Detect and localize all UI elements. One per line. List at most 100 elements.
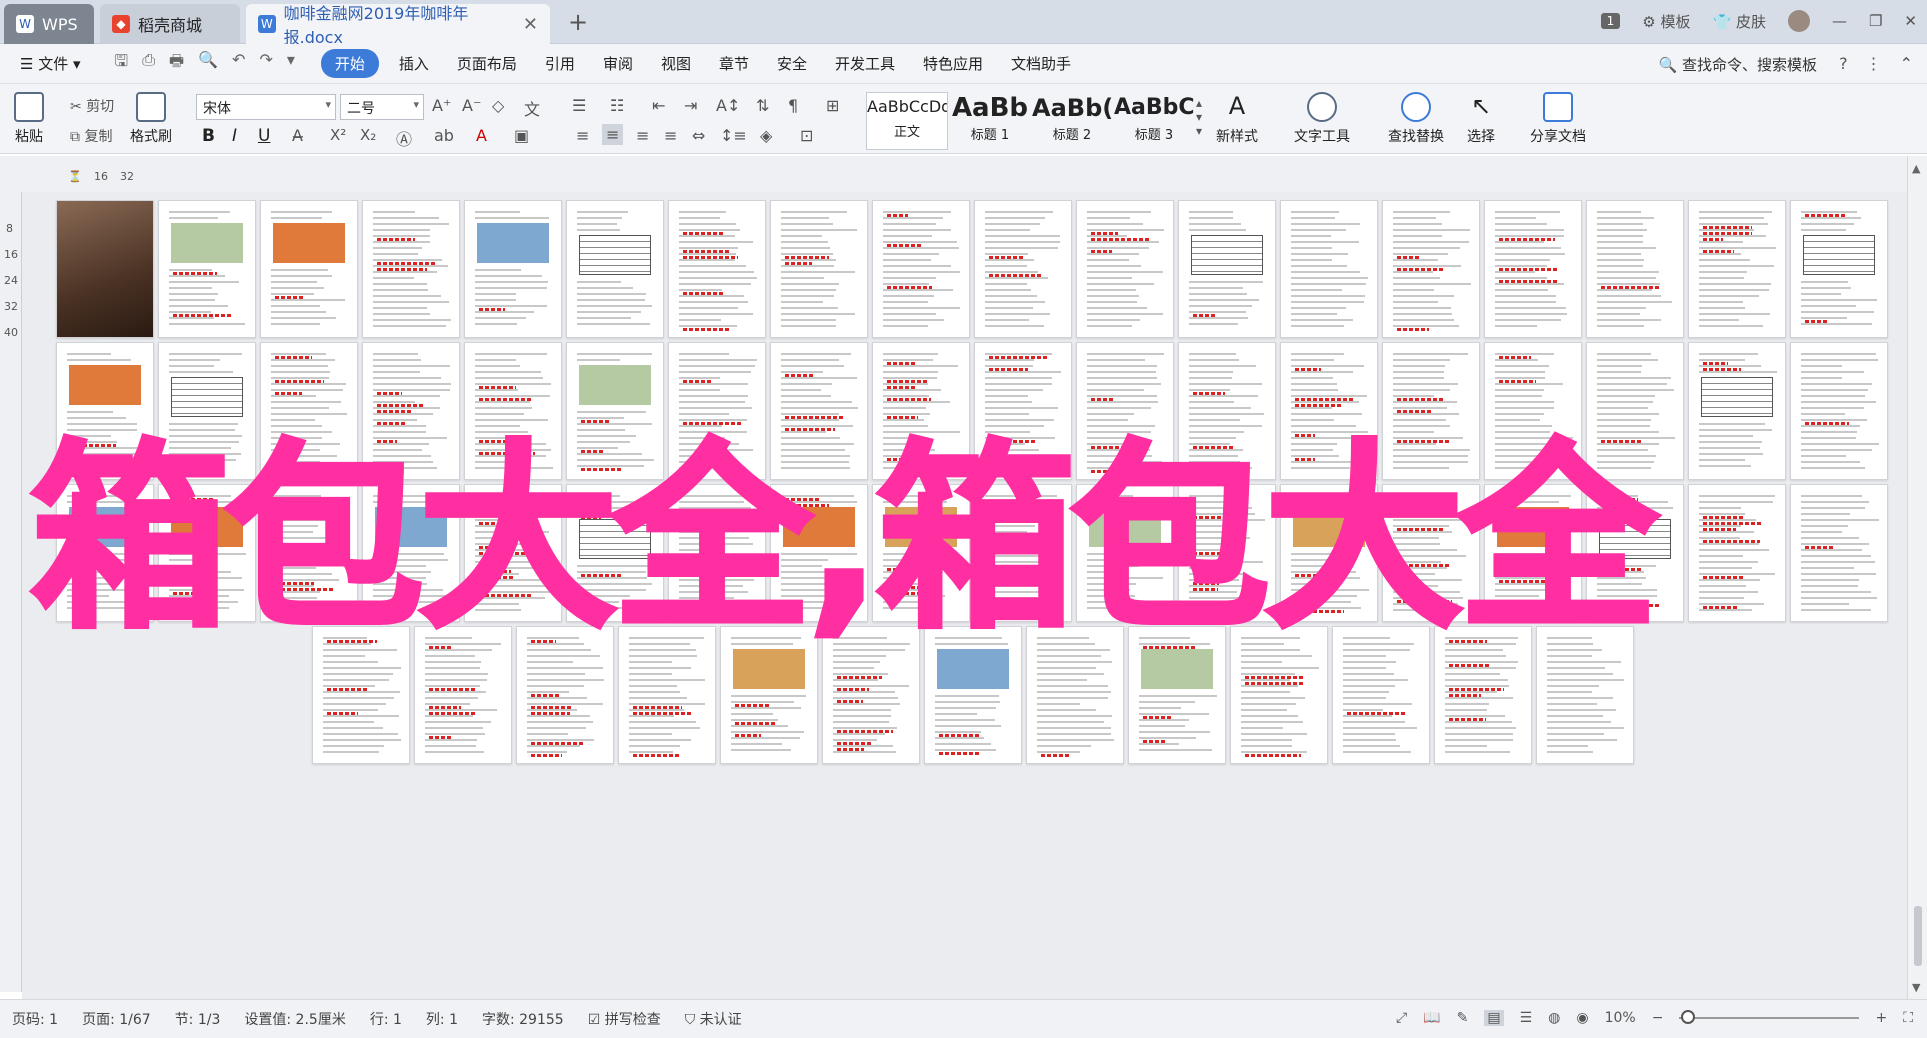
text-direction-icon[interactable]: A↕ xyxy=(716,96,740,115)
status-section[interactable]: 节: 1/3 xyxy=(175,1009,221,1029)
redo-icon[interactable]: ↷ xyxy=(259,50,272,77)
zoom-out-icon[interactable]: − xyxy=(1652,1010,1664,1026)
font-shrink-icon[interactable]: A⁻ xyxy=(462,96,481,115)
bold-button[interactable]: B xyxy=(202,126,215,146)
style-heading-2[interactable]: AaBb( 标题 2 xyxy=(1032,92,1112,150)
italic-button[interactable]: I xyxy=(232,126,237,146)
print-preview-icon[interactable]: ⎙ xyxy=(142,50,155,77)
new-style-button[interactable]: A 新样式 xyxy=(1216,92,1258,146)
save-icon[interactable]: 🖫 xyxy=(115,50,129,77)
collapse-ribbon-icon[interactable]: ⌃ xyxy=(1900,54,1913,73)
status-row[interactable]: 行: 1 xyxy=(370,1009,402,1029)
menu-reference[interactable]: 引用 xyxy=(545,53,575,74)
style-normal[interactable]: AaBbCcDd 正文 xyxy=(866,92,948,150)
borders-icon[interactable]: ⊡ xyxy=(800,126,813,145)
clear-format-icon[interactable]: ◇ xyxy=(492,96,504,115)
menu-view[interactable]: 视图 xyxy=(661,53,691,74)
align-center-icon[interactable]: ≡ xyxy=(602,124,624,145)
tab-wps[interactable]: W WPS xyxy=(4,4,94,44)
page-thumbnail[interactable] xyxy=(668,200,766,338)
web-view-icon[interactable]: ◍ xyxy=(1548,1010,1560,1026)
avatar[interactable] xyxy=(1787,10,1810,32)
minimize-icon[interactable]: — xyxy=(1832,12,1847,30)
tab-store[interactable]: ◆ 稻壳商城 xyxy=(100,4,240,44)
scroll-up-icon[interactable]: ▲ xyxy=(1912,162,1920,175)
undo-icon[interactable]: ↶ xyxy=(232,50,245,77)
page-thumbnail[interactable] xyxy=(260,200,358,338)
page-thumbnail[interactable] xyxy=(872,200,970,338)
align-right-icon[interactable]: ≡ xyxy=(636,126,649,145)
write-mode-icon[interactable]: ✎ xyxy=(1457,1010,1469,1026)
close-tab-icon[interactable]: ✕ xyxy=(523,14,538,35)
cut-button[interactable]: ✂ 剪切 xyxy=(70,96,114,116)
select-button[interactable]: ↖ 选择 xyxy=(1466,92,1496,146)
menu-review[interactable]: 审阅 xyxy=(603,53,633,74)
status-word-count[interactable]: 字数: 29155 xyxy=(482,1009,564,1029)
table-icon[interactable]: ⊞ xyxy=(826,96,839,115)
vertical-scrollbar[interactable]: ▲ ▼ xyxy=(1907,156,1927,999)
status-column[interactable]: 列: 1 xyxy=(426,1009,458,1029)
add-tab-button[interactable]: + xyxy=(568,8,588,36)
command-search[interactable]: 🔍 查找命令、搜索模板 xyxy=(1659,54,1817,75)
share-document-button[interactable]: 分享文档 xyxy=(1530,92,1586,146)
reading-mode-icon[interactable]: 📖 xyxy=(1423,1010,1440,1026)
copy-button[interactable]: ⧉ 复制 xyxy=(70,126,112,146)
font-color-icon[interactable]: A xyxy=(476,126,487,145)
page-thumbnail[interactable] xyxy=(1586,200,1684,338)
distribute-icon[interactable]: ⇔ xyxy=(692,126,705,145)
close-window-icon[interactable]: ✕ xyxy=(1904,12,1917,30)
decrease-indent-icon[interactable]: ⇤ xyxy=(652,96,665,115)
page-thumbnail[interactable] xyxy=(464,200,562,338)
align-left-icon[interactable]: ≡ xyxy=(576,126,589,145)
char-shading-icon[interactable]: ▣ xyxy=(514,126,529,145)
menu-security[interactable]: 安全 xyxy=(777,53,807,74)
page-thumbnail[interactable] xyxy=(1790,200,1888,338)
shading-icon[interactable]: ◈ xyxy=(760,126,772,145)
window-count-badge[interactable]: 1 xyxy=(1600,13,1621,29)
eye-protect-icon[interactable]: ◉ xyxy=(1576,1010,1588,1026)
preview-icon[interactable]: 🔍 xyxy=(198,50,218,77)
page-thumbnail[interactable] xyxy=(56,200,154,338)
outline-view-icon[interactable]: ☰ xyxy=(1520,1010,1533,1026)
justify-icon[interactable]: ≡ xyxy=(664,126,677,145)
status-pages[interactable]: 页面: 1/67 xyxy=(82,1009,151,1029)
font-name-select[interactable]: 宋体 xyxy=(196,94,336,120)
page-thumbnail[interactable] xyxy=(362,200,460,338)
print-icon[interactable]: 🖶 xyxy=(169,50,184,77)
find-replace-button[interactable]: 查找替换 xyxy=(1388,92,1444,146)
font-grow-icon[interactable]: A⁺ xyxy=(432,96,451,115)
menu-page-layout[interactable]: 页面布局 xyxy=(457,53,517,74)
status-setting[interactable]: 设置值: 2.5厘米 xyxy=(244,1009,345,1029)
menu-start[interactable]: 开始 xyxy=(320,49,379,78)
template-button[interactable]: ⚙ 模板 xyxy=(1642,11,1690,32)
page-thumbnail[interactable] xyxy=(1076,200,1174,338)
menu-file[interactable]: ☰ 文件 ▾ xyxy=(20,53,81,74)
numbered-list-icon[interactable]: ☷ xyxy=(610,96,624,115)
style-heading-3[interactable]: AaBbC 标题 3 xyxy=(1114,92,1194,150)
highlight-icon[interactable]: ab xyxy=(434,126,454,145)
text-effect-icon[interactable]: Ⓐ xyxy=(396,126,412,150)
skin-button[interactable]: 👕 皮肤 xyxy=(1713,11,1766,32)
page-thumbnail[interactable] xyxy=(566,200,664,338)
horizontal-ruler[interactable]: ⏳ 16 32 xyxy=(0,156,1927,192)
show-marks-icon[interactable]: ¶ xyxy=(788,96,798,115)
page-thumbnail[interactable] xyxy=(974,200,1072,338)
paste-button[interactable]: 粘贴 xyxy=(14,92,44,146)
bullet-list-icon[interactable]: ☰ xyxy=(572,96,586,115)
subscript-icon[interactable]: X₂ xyxy=(360,126,376,144)
text-tools-button[interactable]: 文字工具 xyxy=(1294,92,1350,146)
page-thumbnail[interactable] xyxy=(1280,200,1378,338)
superscript-icon[interactable]: X² xyxy=(330,126,346,144)
page-thumbnail[interactable] xyxy=(1178,200,1276,338)
page-thumbnail[interactable] xyxy=(1484,200,1582,338)
scroll-down-icon[interactable]: ▼ xyxy=(1912,981,1920,994)
sort-icon[interactable]: ⇅ xyxy=(756,96,769,115)
format-painter-button[interactable]: 格式刷 xyxy=(130,92,172,146)
page-thumbnail[interactable] xyxy=(1382,200,1480,338)
page-thumbnail[interactable] xyxy=(158,200,256,338)
restore-icon[interactable]: ❐ xyxy=(1869,12,1882,30)
tab-document[interactable]: W 咖啡金融网2019年咖啡年报.docx ✕ xyxy=(246,4,550,47)
increase-indent-icon[interactable]: ⇥ xyxy=(684,96,697,115)
style-heading-1[interactable]: AaBb 标题 1 xyxy=(950,92,1030,150)
help-icon[interactable]: ? xyxy=(1839,54,1848,73)
